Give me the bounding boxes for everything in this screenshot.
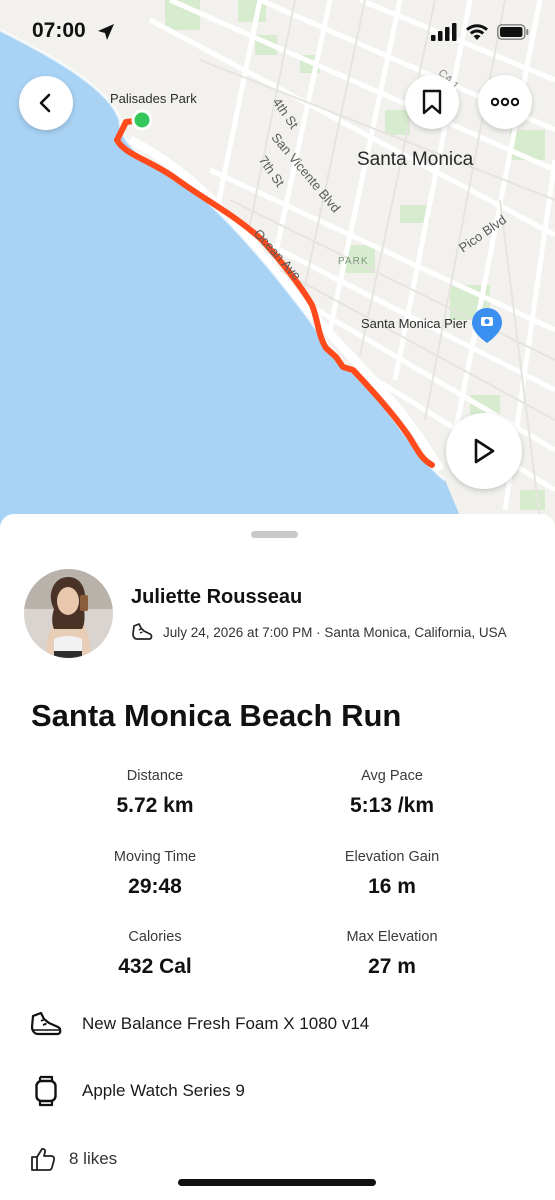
more-options-button[interactable] [478, 75, 532, 129]
gear-device-label: Apple Watch Series 9 [82, 1081, 245, 1100]
stat-label: Avg Pace [361, 768, 423, 784]
wifi-icon [466, 24, 488, 40]
map-label-park: PARK [338, 256, 369, 267]
map-label-palisades-park: Palisades Park [110, 91, 197, 106]
play-icon [474, 438, 495, 464]
bookmark-icon [422, 89, 442, 115]
gear-shoes-label: New Balance Fresh Foam X 1080 v14 [82, 1014, 370, 1033]
battery-icon [497, 24, 529, 40]
back-button[interactable] [19, 76, 73, 130]
bookmark-button[interactable] [405, 75, 459, 129]
avatar-photo [24, 569, 113, 658]
stat-value: 5.72 km [116, 794, 194, 817]
home-indicator[interactable] [178, 1179, 376, 1186]
stat-value: 16 m [368, 875, 416, 898]
cellular-signal-icon [431, 23, 457, 41]
map-label-santa-monica-pier: Santa Monica Pier [361, 316, 468, 331]
stat-elevation-gain: Elevation Gain 16 m [272, 849, 512, 899]
stat-distance: Distance 5.72 km [35, 768, 275, 818]
avatar[interactable] [24, 569, 113, 658]
status-time: 07:00 [32, 19, 86, 42]
stat-label: Calories [128, 929, 182, 945]
stat-label: Moving Time [113, 849, 197, 865]
status-bar: 07:00 [0, 0, 555, 60]
status-icons [431, 22, 529, 42]
stat-label: Distance [126, 768, 184, 784]
thumbs-up-icon [31, 1148, 56, 1171]
sheet-grabber[interactable] [251, 531, 298, 538]
location-arrow-icon [98, 24, 114, 40]
activity-details-sheet: Juliette Rousseau July 24, 2026 at 7:00 … [0, 514, 555, 1200]
stat-value: 27 m [368, 955, 416, 978]
stat-label: Elevation Gain [344, 849, 440, 865]
kudos-row[interactable]: 8 likes [30, 1146, 117, 1172]
stat-value: 432 Cal [118, 955, 192, 978]
stat-value: 29:48 [128, 875, 182, 898]
activity-meta: July 24, 2026 at 7:00 PM · Santa Monica,… [131, 622, 507, 642]
more-horizontal-icon [491, 97, 519, 107]
stat-label: Max Elevation [346, 929, 438, 945]
stat-avg-pace: Avg Pace 5:13 /km [272, 768, 512, 818]
stat-value: 5:13 /km [349, 794, 435, 817]
chevron-left-icon [39, 93, 51, 113]
stat-max-elevation: Max Elevation 27 m [272, 929, 512, 979]
shoe-icon [30, 1011, 62, 1036]
route-map[interactable]: Palisades Park Santa Monica Santa Monica… [0, 0, 555, 540]
activity-title: Santa Monica Beach Run [31, 698, 402, 733]
stat-moving-time: Moving Time 29:48 [35, 849, 275, 899]
play-flyover-button[interactable] [446, 413, 522, 489]
start-marker [131, 109, 153, 131]
gear-shoes-row[interactable]: New Balance Fresh Foam X 1080 v14 [30, 1010, 369, 1038]
running-shoe-icon [132, 623, 153, 640]
kudos-count: 8 likes [69, 1149, 118, 1168]
gear-device-row[interactable]: Apple Watch Series 9 [30, 1075, 245, 1107]
activity-date-location: July 24, 2026 at 7:00 PM · Santa Monica,… [163, 624, 507, 640]
stat-calories: Calories 432 Cal [35, 929, 275, 979]
smartwatch-icon [35, 1075, 57, 1107]
athlete-name[interactable]: Juliette Rousseau [131, 586, 302, 609]
map-label-city: Santa Monica [357, 149, 474, 170]
